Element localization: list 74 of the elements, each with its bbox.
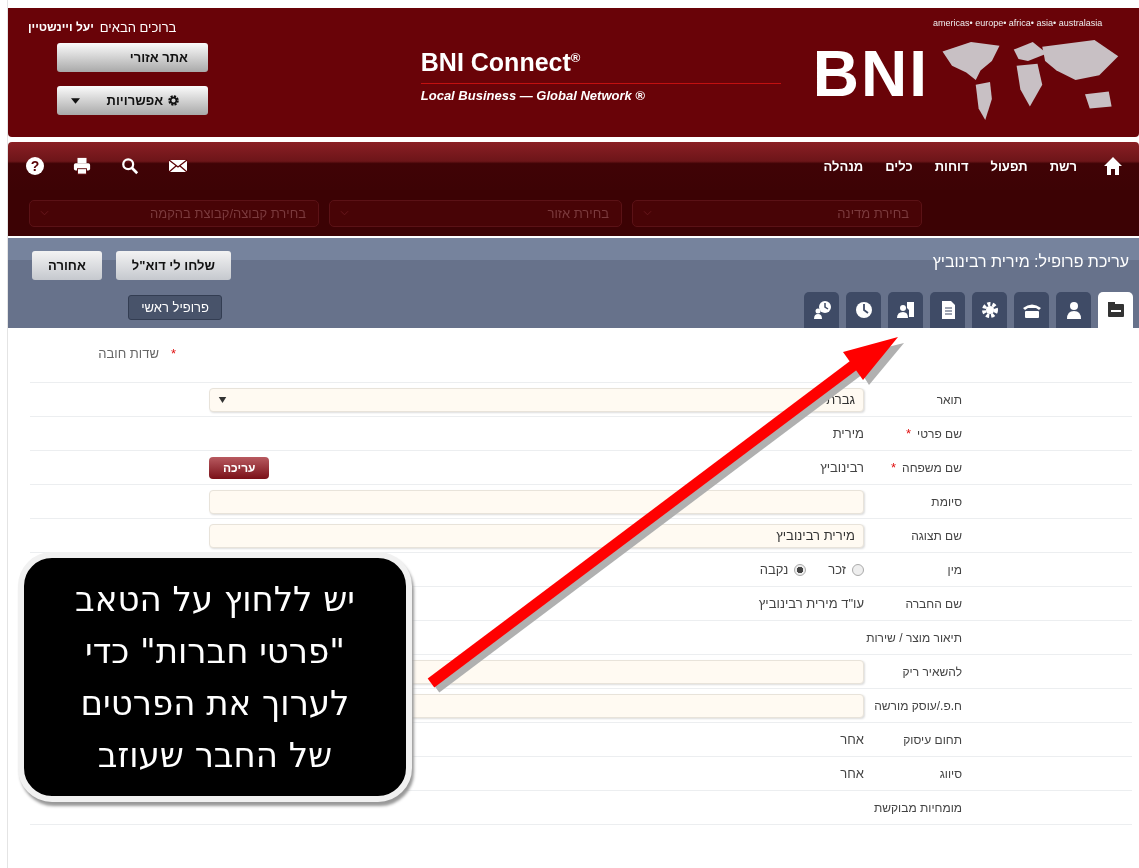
field-label: מין bbox=[947, 562, 962, 577]
caret-icon bbox=[218, 396, 227, 403]
continents-text: americas• europe• africa• asia• australasia bbox=[933, 18, 1103, 28]
regional-site-button[interactable]: אתר אזורי bbox=[57, 43, 208, 72]
radio-button[interactable] bbox=[852, 563, 864, 576]
tab[interactable] bbox=[1098, 292, 1133, 328]
field-label: שם משפחה bbox=[902, 460, 962, 475]
nav-link[interactable]: כלים bbox=[885, 158, 913, 174]
callout-text: "פרטי חברות" כדי bbox=[85, 630, 345, 673]
field-label: סיווג bbox=[939, 766, 962, 781]
field-value: עו"ד מירית רבינוביץ bbox=[758, 596, 864, 611]
help-button[interactable]: ? bbox=[26, 157, 44, 175]
nav-link[interactable]: דוחות bbox=[934, 158, 969, 174]
tab[interactable] bbox=[846, 292, 881, 328]
field-label: תחום עיסוק bbox=[903, 732, 962, 747]
home-icon[interactable] bbox=[1103, 156, 1123, 176]
radio-button[interactable] bbox=[794, 563, 807, 576]
header-button[interactable]: שלחו לי דוא"ל bbox=[115, 251, 231, 280]
callout-text: יש ללחוץ על הטאב bbox=[75, 578, 355, 621]
tab[interactable] bbox=[1014, 292, 1049, 328]
field-label: שם החברה bbox=[905, 596, 962, 611]
user-name: יעל ויינשטיין bbox=[28, 20, 94, 35]
chevron-icon bbox=[40, 210, 49, 216]
header-button[interactable]: אחורה bbox=[32, 251, 102, 280]
clock-icon bbox=[853, 300, 874, 320]
tagline: Local Business — Global Network ® bbox=[420, 88, 645, 103]
field-label: תיאור מוצר / שירות bbox=[866, 630, 962, 645]
caret-icon bbox=[71, 97, 80, 104]
nav-link[interactable]: תפעול bbox=[990, 158, 1028, 174]
field-label: שם פרטי bbox=[917, 426, 962, 441]
history-icon bbox=[811, 300, 832, 320]
field-value: רבינוביץ bbox=[820, 460, 864, 475]
tab[interactable] bbox=[930, 292, 965, 328]
field-value: אחר bbox=[840, 732, 864, 747]
field-label: סיומת bbox=[931, 494, 962, 509]
field-value: אחר bbox=[840, 766, 864, 781]
field-label: שם תצוגה bbox=[911, 528, 962, 543]
gear-icon bbox=[167, 94, 180, 107]
print-icon[interactable] bbox=[72, 157, 92, 175]
required-mark: * bbox=[891, 460, 897, 475]
logo: BNI bbox=[812, 42, 929, 106]
nav-link[interactable]: רשת bbox=[1049, 158, 1077, 174]
options-button[interactable]: אפשרויות bbox=[57, 86, 208, 115]
input-field[interactable]: מירית רבינוביץ bbox=[209, 523, 864, 548]
callout-text: של החבר שעוזב bbox=[97, 734, 333, 777]
chevron-icon bbox=[340, 210, 349, 216]
contacts-icon bbox=[895, 300, 916, 320]
field-label: להשאיר ריק bbox=[902, 664, 962, 679]
radio-option[interactable]: זכר bbox=[828, 562, 864, 577]
input-field[interactable] bbox=[209, 489, 864, 514]
field-label: ח.פ./עוסק מורשה bbox=[874, 698, 962, 713]
radio-option[interactable]: נקבה bbox=[759, 562, 807, 577]
card-icon bbox=[1105, 300, 1126, 320]
tab[interactable] bbox=[1056, 292, 1091, 328]
tab[interactable] bbox=[972, 292, 1007, 328]
field-label: מומחיות מבוקשת bbox=[873, 800, 962, 815]
tab[interactable] bbox=[888, 292, 923, 328]
main-profile-button[interactable]: פרופיל ראשי bbox=[128, 295, 222, 320]
field-value: מירית bbox=[832, 426, 864, 441]
mail-icon[interactable] bbox=[168, 157, 188, 175]
brand-name: BNI Connect$^{®}$ bbox=[420, 48, 581, 77]
field-label: תואר bbox=[936, 392, 962, 407]
page-title: עריכת פרופיל: מירית רבינוביץ bbox=[931, 253, 1129, 271]
gear-icon bbox=[979, 300, 1000, 320]
callout-text: לערוך את הפרטים bbox=[80, 682, 350, 725]
required-note: שדות חובה bbox=[98, 346, 159, 361]
chevron-icon bbox=[643, 210, 652, 216]
nav-link[interactable]: מנהלה bbox=[823, 158, 864, 174]
edit-button[interactable]: עריכה bbox=[209, 456, 270, 479]
required-mark: * bbox=[906, 426, 912, 441]
search-icon[interactable] bbox=[120, 157, 140, 175]
tab[interactable] bbox=[804, 292, 839, 328]
required-mark: * bbox=[170, 346, 176, 361]
welcome-text: ברוכים הבאים bbox=[99, 20, 177, 35]
